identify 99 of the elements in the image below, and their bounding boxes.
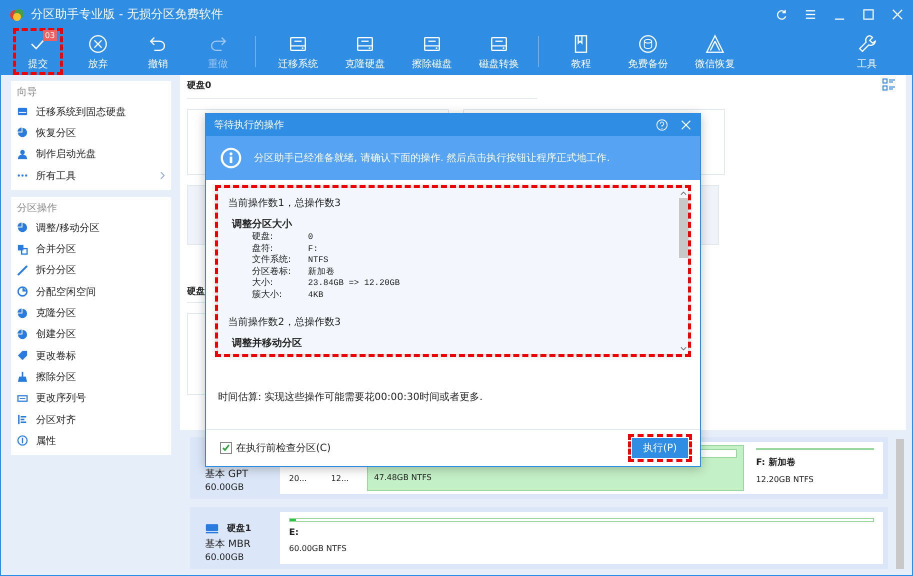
- tag-icon: [17, 350, 28, 362]
- sidebar-item[interactable]: 更改序列号: [17, 388, 165, 409]
- sidebar-item[interactable]: 克隆分区: [17, 302, 165, 324]
- disk-type: 基本 GPT: [205, 468, 250, 481]
- field-label: 大小:: [252, 278, 274, 290]
- item-label: 属性: [36, 434, 56, 448]
- sidebar-item[interactable]: 擦除分区: [17, 366, 165, 388]
- sidebar-item[interactable]: 分配空闲空间: [17, 281, 165, 302]
- user-icon: [17, 148, 28, 160]
- field-value: NTFS: [308, 255, 328, 266]
- close-icon[interactable]: [891, 8, 904, 21]
- window-title: 分区助手专业版 - 无损分区免费软件: [31, 6, 223, 23]
- operation-count: 当前操作数1，总操作数3: [228, 196, 342, 210]
- item-label: 分区对齐: [36, 414, 76, 426]
- section-title: 向导: [17, 86, 38, 100]
- clock-icon: [17, 286, 28, 298]
- sidebar-item[interactable]: 创建分区: [17, 324, 165, 345]
- info-message: 分区助手已经准备就绪, 请确认下面的操作. 然后点击执行按钮让程序正式地工作.: [254, 152, 610, 165]
- sidebar-item[interactable]: 迁移系统到固态硬盘: [17, 101, 165, 122]
- scroll-up-icon[interactable]: [680, 190, 686, 196]
- scroll-thumb[interactable]: [678, 198, 688, 258]
- broom-icon: [17, 371, 28, 382]
- count-badge: 03: [42, 30, 57, 41]
- maximize-icon[interactable]: [862, 8, 875, 21]
- field-value: 4KB: [308, 290, 324, 301]
- app-logo-icon: [9, 6, 25, 22]
- align-icon: [17, 414, 28, 425]
- field-label: 分区卷标:: [252, 266, 292, 278]
- operation-title: 调整并移动分区: [232, 336, 303, 350]
- item-label: 拆分分区: [36, 264, 76, 278]
- item-label: 更改卷标: [36, 350, 76, 363]
- drive-icon: [17, 106, 28, 118]
- disk-type: 基本 MBR: [205, 538, 252, 551]
- time-estimate: 时间估算: 实现这些操作可能需要花00:00:30时间或者更多.: [218, 390, 484, 404]
- item-label: 擦除分区: [36, 370, 76, 384]
- item-label: 分配空闲空间: [36, 286, 96, 299]
- wrench-icon: [856, 32, 878, 54]
- item-label: 制作启动光盘: [36, 148, 96, 162]
- pie-icon: [17, 127, 28, 138]
- scrollbar[interactable]: [896, 439, 904, 569]
- card-icon: [17, 392, 28, 404]
- sidebar-item[interactable]: 属性: [17, 430, 165, 452]
- info-icon: [17, 435, 28, 446]
- scroll-down-icon[interactable]: [680, 346, 686, 352]
- field-value: 新加卷: [308, 266, 335, 278]
- menu-icon[interactable]: [804, 8, 817, 21]
- disk-heading: 硬盘0: [187, 80, 212, 92]
- partition-label: 12...: [331, 474, 350, 483]
- field-value: 23.84GB => 12.20GB: [308, 278, 400, 290]
- item-label: 克隆分区: [36, 306, 76, 320]
- view-toggle-icon[interactable]: [882, 78, 896, 92]
- section-title: 分区操作: [17, 202, 58, 216]
- item-label: 所有工具: [36, 170, 76, 183]
- operation-count: 当前操作数2，总操作数3: [228, 316, 342, 329]
- disk-heading: 硬盘: [187, 286, 205, 298]
- field-label: 文件系统:: [252, 255, 292, 266]
- scrollbar[interactable]: [678, 188, 688, 354]
- dialog-title: 等待执行的操作: [214, 118, 284, 132]
- field-label: 盘符:: [252, 244, 274, 254]
- sidebar-item[interactable]: 更改卷标: [17, 344, 165, 366]
- item-label: 迁移系统到固态硬盘: [36, 106, 126, 119]
- cancel-icon: [87, 32, 109, 54]
- refresh-icon[interactable]: [775, 8, 788, 21]
- close-icon[interactable]: [680, 119, 692, 131]
- help-icon[interactable]: [656, 119, 668, 131]
- merge-icon: [17, 244, 28, 255]
- sidebar-item[interactable]: 恢复分区: [17, 122, 165, 144]
- item-label: 恢复分区: [36, 126, 76, 140]
- partition-info: 47.48GB NTFS: [374, 473, 433, 482]
- sidebar-item[interactable]: 制作启动光盘: [17, 144, 165, 165]
- pie-icon: [17, 222, 28, 234]
- partition-name: E:: [289, 528, 300, 538]
- info-icon: [220, 147, 242, 169]
- checkmark-icon: [221, 443, 231, 453]
- item-label: 合并分区: [36, 242, 76, 256]
- item-label: 创建分区: [36, 328, 76, 342]
- partition-name: F: 新加卷: [756, 456, 796, 469]
- pie-icon: [17, 328, 28, 340]
- sidebar-item[interactable]: 调整/移动分区: [17, 217, 165, 238]
- operation-title: 调整分区大小: [232, 218, 293, 231]
- field-value: 0: [308, 232, 314, 244]
- field-label: 簇大小:: [252, 290, 284, 301]
- sidebar-item[interactable]: 分区对齐: [17, 408, 165, 430]
- partition-info: 12.20GB NTFS: [756, 475, 815, 484]
- disk-size: 60.00GB: [205, 553, 245, 563]
- disk-name: 硬盘1: [227, 522, 252, 535]
- disk-size: 60.00GB: [205, 483, 245, 493]
- partition-info: 60.00GB NTFS: [289, 544, 348, 553]
- item-label: 调整/移动分区: [36, 222, 100, 235]
- backup-icon: [637, 32, 659, 54]
- field-label: 硬盘:: [252, 232, 274, 244]
- sidebar-item[interactable]: 合并分区: [17, 238, 165, 260]
- sidebar-item[interactable]: 所有工具: [17, 164, 165, 186]
- partition-label: 20...: [289, 474, 308, 483]
- sidebar-item[interactable]: 拆分分区: [17, 260, 165, 282]
- split-icon: [17, 264, 28, 276]
- disk-row[interactable]: 硬盘1 基本 MBR 60.00GB E: 60.00GB NTFS: [190, 507, 888, 569]
- item-label: 更改序列号: [36, 392, 86, 406]
- field-value: F:: [308, 244, 318, 255]
